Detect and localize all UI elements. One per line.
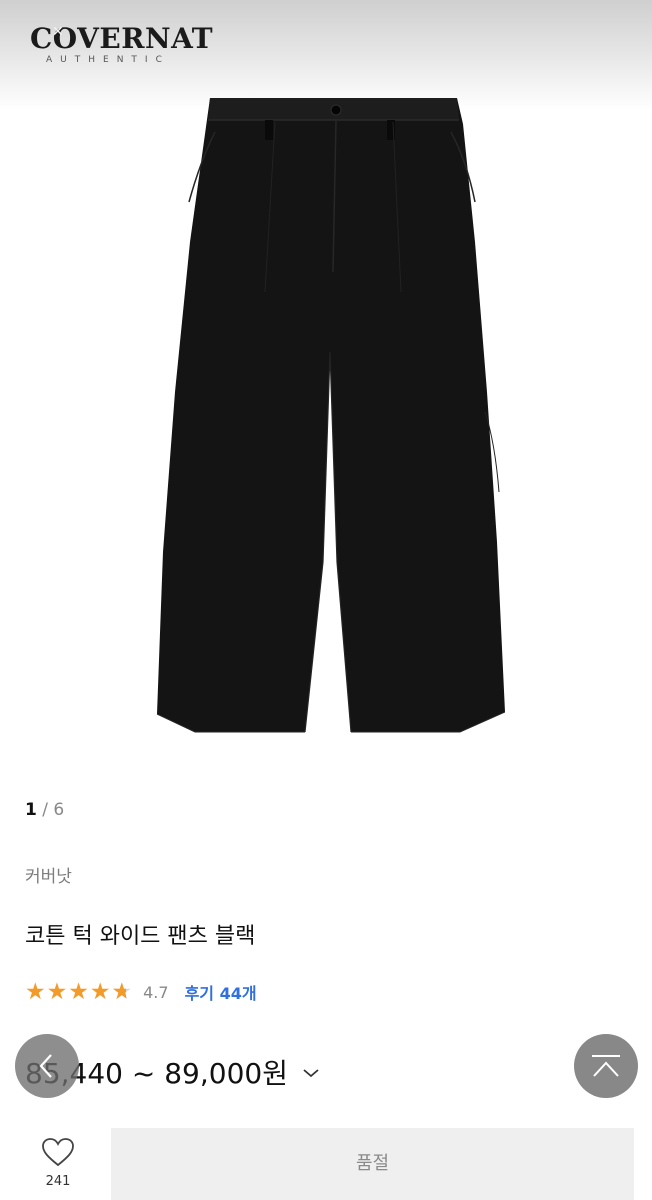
product-image-area[interactable]: COVERNAT AUTHENTIC ✕ bbox=[0, 0, 652, 775]
wishlist-button[interactable]: 241 bbox=[30, 1136, 86, 1189]
star-icon: ★ bbox=[25, 978, 46, 1005]
pager-current: 1 bbox=[25, 800, 37, 820]
chevron-down-icon[interactable] bbox=[302, 1067, 320, 1079]
scroll-to-top-button[interactable] bbox=[574, 1034, 638, 1098]
heart-icon bbox=[42, 1138, 74, 1167]
close-icon[interactable]: ✕ bbox=[52, 24, 64, 40]
wishlist-count: 241 bbox=[45, 1174, 71, 1189]
scroll-to-top-icon bbox=[592, 1055, 620, 1077]
product-brand-link[interactable]: 커버낫 bbox=[25, 862, 72, 887]
back-button[interactable] bbox=[15, 1034, 79, 1098]
soldout-button[interactable]: 품절 bbox=[111, 1128, 634, 1200]
pager-separator: / bbox=[42, 800, 48, 820]
star-icon: ★ bbox=[46, 978, 68, 1005]
review-count-link[interactable]: 후기 44개 bbox=[185, 980, 257, 1004]
star-icon: ★ bbox=[89, 978, 111, 1005]
product-image bbox=[156, 98, 505, 733]
rating-stars: ★ ★ ★ ★ ★ ★ bbox=[25, 978, 133, 1005]
star-icon-partial: ★ ★ bbox=[111, 978, 133, 1005]
star-icon: ★ bbox=[68, 978, 89, 1005]
product-title: 코튼 턱 와이드 팬츠 블랙 bbox=[25, 924, 256, 949]
pager-total: 6 bbox=[53, 800, 65, 820]
image-pager: 1 / 6 bbox=[25, 800, 64, 820]
chevron-left-icon bbox=[39, 1054, 52, 1078]
rating-score: 4.7 bbox=[143, 982, 169, 1002]
rating-row: ★ ★ ★ ★ ★ ★ 4.7 후기 44개 bbox=[25, 980, 257, 1004]
brand-logo-sub: AUTHENTIC bbox=[46, 55, 170, 65]
